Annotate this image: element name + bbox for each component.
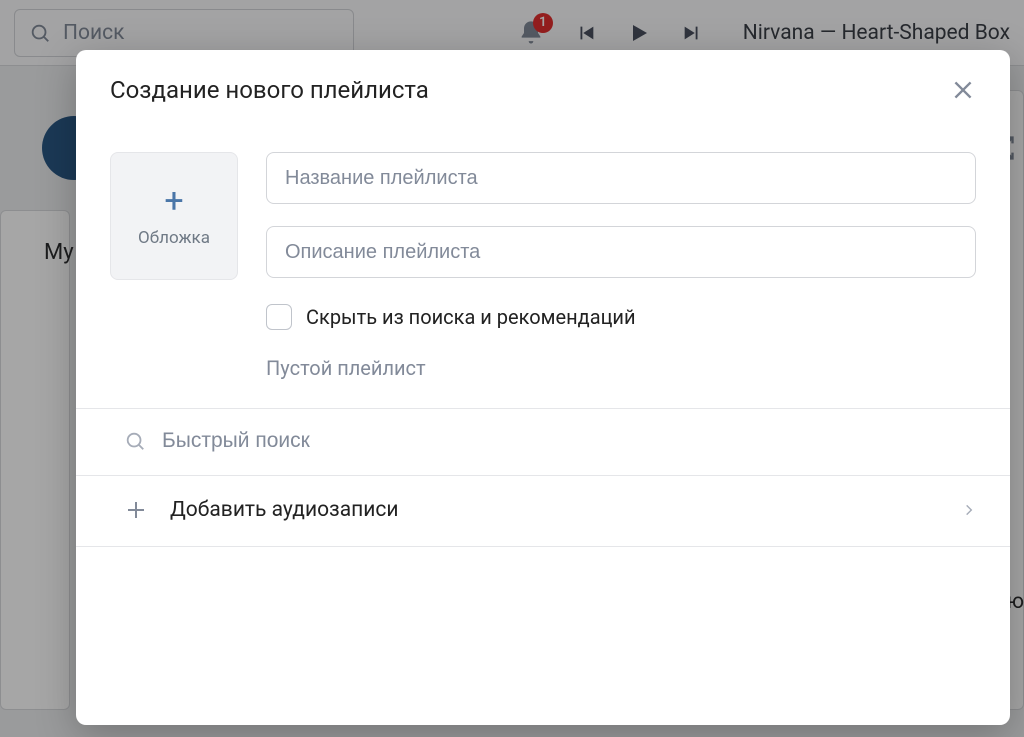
close-icon xyxy=(950,77,976,103)
close-button[interactable] xyxy=(950,77,976,103)
modal-header: Создание нового плейлиста xyxy=(76,50,1010,130)
hide-checkbox[interactable] xyxy=(266,304,292,330)
plus-icon xyxy=(124,498,148,522)
quick-search-input[interactable] xyxy=(162,429,976,453)
hide-checkbox-label: Скрыть из поиска и рекомендаций xyxy=(306,305,636,329)
playlist-description-input[interactable] xyxy=(266,226,976,278)
create-playlist-modal: Создание нового плейлиста + Обложка Скры… xyxy=(76,50,1010,725)
cover-upload-button[interactable]: + Обложка xyxy=(110,152,238,280)
search-icon xyxy=(124,430,146,452)
fields-column: Скрыть из поиска и рекомендаций Пустой п… xyxy=(266,152,976,380)
chevron-right-icon xyxy=(962,498,976,522)
add-audio-button[interactable]: Добавить аудиозаписи xyxy=(76,476,1010,546)
quick-search-row xyxy=(76,409,1010,475)
modal-title: Создание нового плейлиста xyxy=(110,76,429,104)
empty-playlist-text: Пустой плейлист xyxy=(266,356,976,380)
add-audio-label: Добавить аудиозаписи xyxy=(170,498,399,522)
playlist-name-input[interactable] xyxy=(266,152,976,204)
cover-label: Обложка xyxy=(138,228,210,248)
plus-icon: + xyxy=(164,184,183,218)
divider xyxy=(76,546,1010,547)
modal-body: + Обложка Скрыть из поиска и рекомендаци… xyxy=(76,130,1010,408)
hide-checkbox-row: Скрыть из поиска и рекомендаций xyxy=(266,304,976,330)
